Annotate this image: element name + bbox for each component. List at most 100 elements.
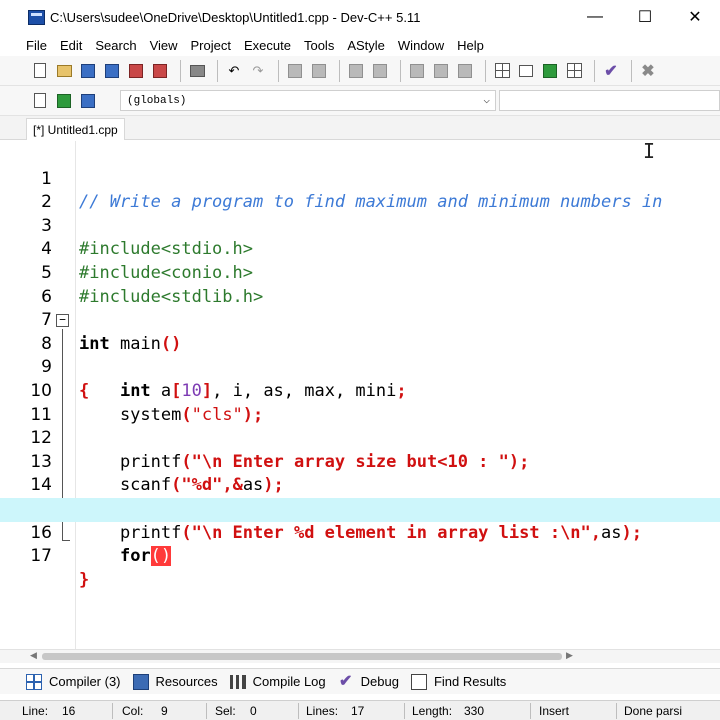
- status-lines-value: 17: [351, 704, 365, 718]
- menu-project[interactable]: Project: [191, 38, 231, 53]
- code-line[interactable]: 9 int a[10], i, as, max, mini;: [0, 333, 720, 401]
- menu-view[interactable]: View: [150, 38, 178, 53]
- indent-button[interactable]: [346, 61, 366, 81]
- close-all-button[interactable]: [150, 61, 170, 81]
- compile-button[interactable]: [407, 61, 427, 81]
- find-icon: [288, 63, 302, 78]
- bookmark-button[interactable]: [78, 91, 98, 111]
- code-line[interactable]: 7 int main(): [0, 286, 720, 354]
- toolbar-separator: [278, 59, 279, 82]
- code-line[interactable]: 1 // Write a program to find maximum and…: [0, 144, 720, 213]
- fold-toggle-minus-icon[interactable]: −: [56, 314, 69, 328]
- code-line[interactable]: 17 }: [0, 522, 720, 590]
- debug-icon: ✔: [338, 672, 353, 690]
- tab-untitled1[interactable]: [*] Untitled1.cpp: [26, 118, 125, 140]
- scroll-left-icon[interactable]: ◀: [30, 650, 37, 661]
- scrollbar-thumb[interactable]: [42, 653, 562, 660]
- code-line[interactable]: 5 #include<stdlib.h>: [0, 238, 720, 307]
- check-icon: ✔: [604, 62, 618, 80]
- minimize-button[interactable]: —: [570, 0, 620, 34]
- current-code-line[interactable]: 16 for(): [0, 498, 720, 567]
- window-button[interactable]: [516, 61, 536, 81]
- symbol-dropdown[interactable]: [499, 90, 720, 111]
- tab-label: [*] Untitled1.cpp: [33, 122, 118, 137]
- status-length-label: Length:: [412, 704, 453, 718]
- status-line-label: Line:: [22, 704, 49, 718]
- project-options-button[interactable]: [492, 61, 512, 81]
- code-line[interactable]: 14: [0, 451, 720, 495]
- chart-button[interactable]: [540, 61, 560, 81]
- code-editor[interactable]: 1 // Write a program to find maximum and…: [0, 141, 720, 649]
- code-line[interactable]: 12 printf("\n Enter array size but<10 : …: [0, 404, 720, 472]
- code-line[interactable]: 13 scanf("%d",&as);: [0, 427, 720, 496]
- window-icon: [519, 64, 533, 77]
- horizontal-scrollbar[interactable]: ◀ ▶: [0, 649, 720, 663]
- code-line[interactable]: 6: [0, 262, 720, 307]
- undo-button[interactable]: ↶: [224, 61, 244, 81]
- tab-resources[interactable]: Resources: [132, 673, 218, 690]
- compile-run-button[interactable]: [455, 61, 475, 81]
- print-button[interactable]: [187, 61, 207, 81]
- find-button[interactable]: [285, 61, 305, 81]
- compile-icon: [410, 63, 424, 78]
- close-file-button[interactable]: [126, 61, 146, 81]
- devcpp-app-icon: [28, 9, 45, 25]
- abort-button[interactable]: ✖: [638, 61, 658, 81]
- code-line[interactable]: 15 printf("\n Enter %d element in array …: [0, 474, 720, 543]
- chevron-down-icon: ⌵: [483, 95, 490, 107]
- unindent-button[interactable]: [370, 61, 390, 81]
- tab-find-results-label: Find Results: [433, 674, 507, 689]
- status-insert-mode: Insert: [539, 704, 570, 718]
- tiles-button[interactable]: [564, 61, 584, 81]
- editor-tab-strip: [*] Untitled1.cpp: [0, 116, 720, 140]
- scope-dropdown[interactable]: (globals) ⌵: [120, 90, 496, 111]
- toolbar-separator: [594, 59, 595, 82]
- code-line[interactable]: 11: [0, 380, 720, 425]
- line-number: 17: [30, 546, 52, 567]
- unindent-icon: [373, 63, 387, 78]
- menu-execute[interactable]: Execute: [244, 38, 291, 53]
- menu-tools[interactable]: Tools: [304, 38, 334, 53]
- tiles-icon: [566, 63, 582, 78]
- run-button[interactable]: [431, 61, 451, 81]
- tab-debug[interactable]: ✔ Debug: [338, 672, 399, 690]
- find-results-icon: [410, 673, 427, 690]
- code-line[interactable]: 3 #include<stdio.h>: [0, 191, 720, 260]
- code-line[interactable]: 10 system("cls");: [0, 356, 720, 425]
- save-button[interactable]: [78, 61, 98, 81]
- code-line[interactable]: 8 − {: [0, 309, 720, 401]
- status-separator: [530, 703, 531, 719]
- code-text: for(): [119, 546, 172, 567]
- scroll-right-icon[interactable]: ▶: [566, 650, 573, 661]
- close-all-icon: [153, 63, 167, 78]
- new-file-button[interactable]: [30, 61, 50, 81]
- insert-button[interactable]: [30, 91, 50, 111]
- close-button[interactable]: ✕: [670, 0, 720, 34]
- code-text: }: [79, 569, 90, 590]
- replace-icon: [312, 63, 326, 78]
- code-line[interactable]: 4 #include<conio.h>: [0, 215, 720, 283]
- open-button[interactable]: [54, 61, 74, 81]
- redo-button[interactable]: ↷: [248, 61, 268, 81]
- tab-compile-log[interactable]: Compile Log: [229, 674, 326, 689]
- output-panel-tabs: Compiler (3) Resources Compile Log ✔ Deb…: [0, 668, 720, 694]
- window-controls: — ☐ ✕: [570, 0, 720, 34]
- menu-help[interactable]: Help: [457, 38, 484, 53]
- save-all-button[interactable]: [102, 61, 122, 81]
- tab-compile-log-label: Compile Log: [252, 674, 326, 689]
- code-line[interactable]: 2: [0, 168, 720, 212]
- menu-search[interactable]: Search: [95, 38, 136, 53]
- menu-window[interactable]: Window: [398, 38, 444, 53]
- menu-astyle[interactable]: AStyle: [347, 38, 385, 53]
- tab-compiler-label: Compiler (3): [49, 674, 121, 689]
- goto-button[interactable]: [54, 91, 74, 111]
- tab-find-results[interactable]: Find Results: [410, 673, 507, 690]
- maximize-button[interactable]: ☐: [620, 0, 670, 34]
- chart-icon: [543, 63, 557, 78]
- replace-button[interactable]: [309, 61, 329, 81]
- tab-compiler[interactable]: Compiler (3): [26, 673, 121, 690]
- menu-edit[interactable]: Edit: [60, 38, 82, 53]
- status-line-value: 16: [62, 704, 76, 718]
- menu-file[interactable]: File: [26, 38, 47, 53]
- check-syntax-button[interactable]: ✔: [601, 61, 621, 81]
